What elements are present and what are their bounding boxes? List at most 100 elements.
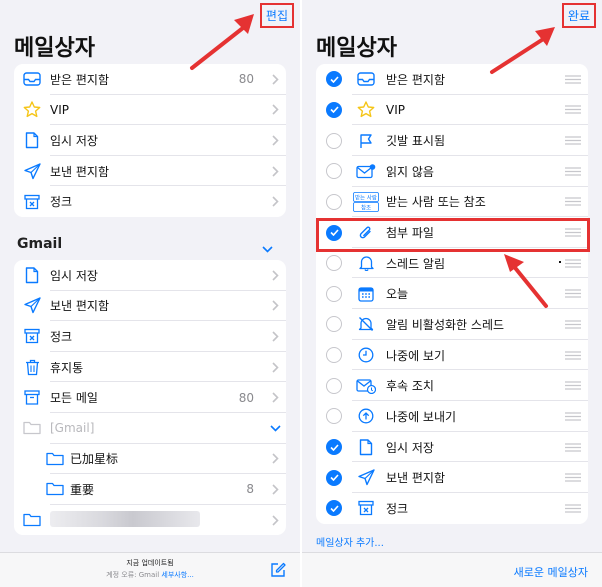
edit-row-sent[interactable]: 보낸 편지함 [316,462,588,493]
reorder-handle-icon[interactable] [558,167,588,176]
bell-slash-icon [352,316,380,332]
mailbox-label: 정크 [386,501,409,516]
account-sent[interactable]: 보낸 편지함 [14,291,286,322]
reorder-handle-icon[interactable] [558,136,588,145]
chevron-down-icon[interactable] [264,425,286,432]
account-junk[interactable]: 정크 [14,321,286,352]
reorder-handle-icon[interactable] [558,381,588,390]
account-gmail-folder[interactable]: [Gmail] [14,413,286,444]
reorder-handle-icon[interactable] [558,442,588,452]
edit-mailbox-list: 받은 편지함 VIP 깃발 표시됨 읽지 않음 받는 사람 참조 받는 사람 또는… [316,64,588,524]
edit-row-drafts[interactable]: 임시 저장 [316,432,588,463]
reorder-handle-icon[interactable] [558,412,588,421]
checkmark-icon [326,224,342,241]
checkmark-icon [326,469,342,486]
mailbox-inbox[interactable]: 받은 편지함 80 [14,64,286,95]
account-section-header[interactable]: Gmail [17,236,62,252]
checkbox[interactable] [316,193,352,210]
edit-row-muted-threads[interactable]: 알림 비활성화한 스레드 [316,309,588,340]
draft-icon [14,267,50,284]
account-drafts[interactable]: 임시 저장 [14,260,286,291]
reorder-handle-icon[interactable] [558,320,588,329]
folder-icon [14,421,50,435]
error-text: 계정 오류: Gmail [106,571,160,579]
star-icon [14,101,50,118]
reorder-handle-icon[interactable] [558,228,588,237]
checkbox[interactable] [316,347,352,364]
checkbox[interactable] [316,101,352,118]
checkbox[interactable] [316,316,352,333]
account-trash[interactable]: 휴지통 [14,352,286,383]
mailbox-label: 重要 [70,482,95,497]
mailbox-label: 나중에 보내기 [386,409,457,424]
reorder-handle-icon[interactable] [558,259,588,268]
bell-icon [352,255,380,272]
edit-row-junk[interactable]: 정크 [316,493,588,524]
done-button[interactable]: 완료 [561,3,596,28]
edit-row-inbox[interactable]: 받은 편지함 [316,64,588,95]
chevron-down-icon[interactable] [262,238,273,257]
checkbox[interactable] [316,377,352,394]
account-all-mail[interactable]: 모든 메일 80 [14,382,286,413]
mailbox-label: 받는 사람 또는 참조 [386,195,486,210]
reorder-handle-icon[interactable] [558,504,588,513]
chevron-right-icon [264,331,286,342]
checkbox[interactable] [316,255,352,272]
compose-icon[interactable] [270,562,286,582]
error-details-link[interactable]: 세부사항... [161,571,193,579]
send-later-icon [352,408,380,424]
stray-dot [559,261,561,263]
reorder-handle-icon[interactable] [558,473,588,482]
edit-button[interactable]: 편집 [259,3,294,28]
checkbox[interactable] [316,439,352,455]
edit-row-flagged[interactable]: 깃발 표시됨 [316,125,588,156]
add-mailbox-link[interactable]: 메일상자 추가... [316,534,384,549]
account-blurred-folder[interactable] [14,505,286,536]
mailbox-label: 읽지 않음 [386,164,434,179]
checkbox[interactable] [316,469,352,486]
mailbox-drafts[interactable]: 임시 저장 [14,125,286,156]
edit-row-send-later[interactable]: 나중에 보내기 [316,401,588,432]
inbox-icon [14,72,50,86]
new-mailbox-button[interactable]: 새로운 메일상자 [514,564,588,580]
reorder-handle-icon[interactable] [558,289,588,298]
chevron-right-icon [264,514,286,526]
edit-row-unread[interactable]: 읽지 않음 [316,156,588,187]
edit-row-vip[interactable]: VIP [316,95,588,126]
reorder-handle-icon[interactable] [558,197,588,206]
checkbox[interactable] [316,285,352,302]
mailbox-sent[interactable]: 보낸 편지함 [14,156,286,187]
reorder-handle-icon[interactable] [558,350,588,360]
checkbox[interactable] [316,163,352,180]
folder-icon [14,482,70,496]
mailbox-vip[interactable]: VIP [14,95,286,126]
checkbox[interactable] [316,132,352,149]
chevron-right-icon [264,300,286,311]
sent-icon [14,297,50,314]
mailbox-label: [Gmail] [50,421,95,436]
unread-count: 8 [246,482,254,497]
edit-row-thread-notify[interactable]: 스레드 알림 [316,248,588,279]
checkbox[interactable] [316,408,352,425]
edit-row-to-cc[interactable]: 받는 사람 참조 받는 사람 또는 참조 [316,187,588,218]
to-cc-badge-top: 받는 사람 [355,193,377,201]
account-starred-folder[interactable]: 已加星标 [14,444,286,475]
chevron-right-icon [264,484,286,495]
mailbox-label: 받은 편지함 [386,72,446,87]
edit-row-read-later[interactable]: 나중에 보기 [316,340,588,371]
clock-icon [352,347,380,363]
checkmark-icon [326,500,342,517]
bottom-toolbar: 새로운 메일상자 [302,552,602,587]
checkbox[interactable] [316,224,352,241]
edit-row-follow-up[interactable]: 후속 조치 [316,370,588,401]
mailbox-junk[interactable]: 정크 [14,186,286,217]
archive-icon [14,390,50,405]
account-important-folder[interactable]: 重要 8 [14,474,286,505]
checkbox[interactable] [316,500,352,517]
reorder-handle-icon[interactable] [558,105,588,115]
edit-row-today[interactable]: 오늘 [316,278,588,309]
checkmark-icon [326,71,342,88]
edit-row-attachments[interactable]: 첨부 파일 [316,217,588,248]
reorder-handle-icon[interactable] [558,75,588,84]
checkbox[interactable] [316,71,352,88]
